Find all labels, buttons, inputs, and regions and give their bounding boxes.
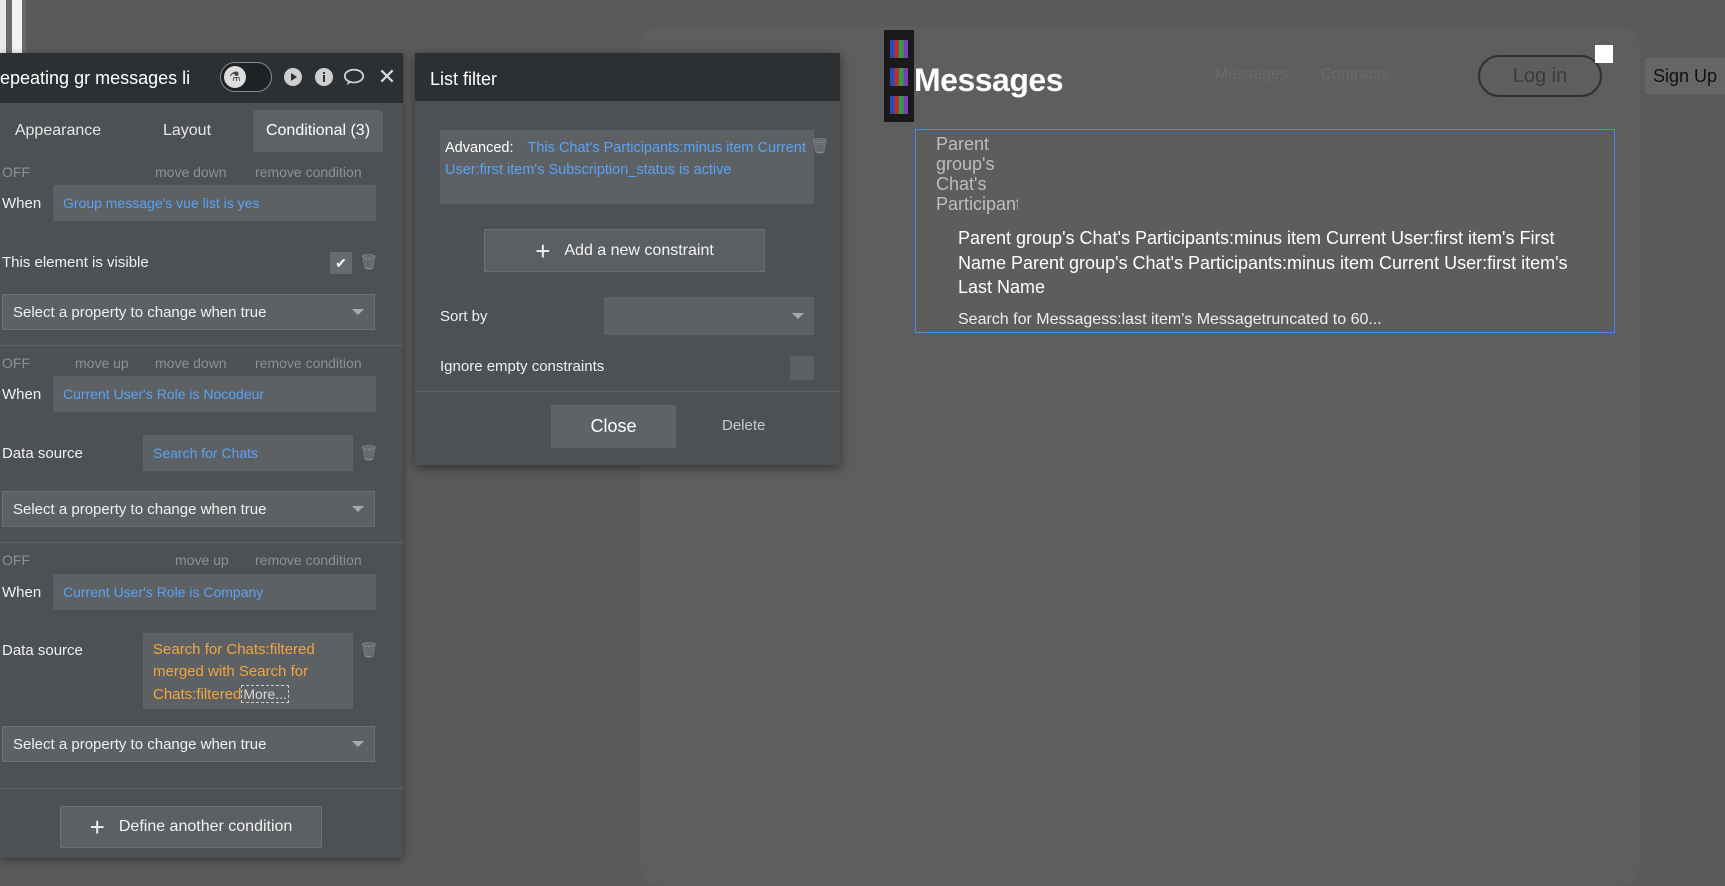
trash-icon[interactable]: 🗑	[359, 641, 378, 659]
message-preview[interactable]: Search for Messagess:last item's Message…	[958, 311, 1382, 329]
trash-icon[interactable]: 🗑	[810, 137, 829, 155]
divider	[0, 788, 403, 789]
select-placeholder: Select a property to change when true	[13, 500, 267, 518]
trash-icon[interactable]: 🗑	[359, 253, 378, 271]
tab-bar: Appearance Layout Conditional (3)	[0, 110, 403, 152]
add-constraint-button[interactable]: + Add a new constraint	[484, 229, 765, 272]
delete-button[interactable]: Delete	[722, 417, 765, 434]
property-label: This element is visible	[2, 254, 149, 271]
more-link[interactable]: More...	[241, 685, 289, 703]
login-button[interactable]: Log in	[1478, 55, 1602, 97]
divider	[0, 345, 403, 346]
image-placeholder-icon[interactable]	[884, 30, 914, 122]
remove-condition-link[interactable]: remove condition	[255, 164, 362, 180]
data-source-field[interactable]: Search for Chats	[143, 435, 353, 471]
tab-appearance[interactable]: Appearance	[0, 110, 116, 152]
debug-toggle[interactable]: ⚗	[220, 62, 272, 92]
sort-by-label: Sort by	[440, 308, 488, 325]
define-condition-button[interactable]: + Define another condition	[60, 806, 322, 848]
move-up-link[interactable]: move up	[75, 355, 129, 371]
condition-status[interactable]: OFF	[2, 355, 30, 371]
property-select[interactable]: Select a property to change when true	[2, 491, 375, 527]
flask-icon: ⚗	[224, 66, 246, 88]
property-label: Data source	[2, 445, 83, 462]
condition-expression[interactable]: Group message's vue list is yes	[53, 185, 376, 221]
data-source-expression: Search for Chats:filtered merged with Se…	[153, 641, 315, 703]
trash-icon[interactable]: 🗑	[359, 444, 378, 462]
remove-condition-link[interactable]: remove condition	[255, 355, 362, 371]
condition-status[interactable]: OFF	[2, 552, 30, 568]
avatar: Parent group's Chat's Participants	[936, 134, 1018, 214]
visible-checkbox[interactable]: ✔	[330, 252, 352, 274]
divider	[0, 542, 403, 543]
signup-button[interactable]: Sign Up	[1645, 58, 1725, 94]
play-icon[interactable]	[282, 66, 304, 88]
close-button[interactable]: Close	[551, 405, 676, 448]
define-condition-label: Define another condition	[118, 818, 293, 835]
ghost-nav-item[interactable]: Messages	[1215, 66, 1288, 83]
move-down-link[interactable]: move down	[155, 355, 227, 371]
advanced-label: Advanced:	[445, 140, 514, 156]
advanced-constraint[interactable]: Advanced: This Chat's Participants:minus …	[440, 130, 814, 204]
ignore-empty-checkbox[interactable]	[790, 356, 814, 380]
property-select[interactable]: Select a property to change when true	[2, 294, 375, 330]
element-name[interactable]: epeating gr messages li	[0, 68, 190, 89]
condition-expression[interactable]: Current User's Role is Nocodeur	[53, 376, 376, 412]
remove-condition-link[interactable]: remove condition	[255, 552, 362, 568]
editor-edge-strip	[0, 0, 26, 60]
tab-layout[interactable]: Layout	[130, 110, 244, 152]
when-label: When	[2, 195, 42, 212]
divider	[415, 391, 840, 392]
chevron-down-icon	[352, 741, 364, 747]
ignore-empty-label: Ignore empty constraints	[440, 358, 605, 375]
condition-expression[interactable]: Current User's Role is Company	[53, 574, 376, 610]
move-up-link[interactable]: move up	[175, 552, 229, 568]
tab-conditional[interactable]: Conditional (3)	[253, 110, 383, 152]
chevron-down-icon	[352, 506, 364, 512]
close-icon[interactable]: ✕	[376, 64, 398, 89]
when-label: When	[2, 584, 42, 601]
list-filter-title: List filter	[430, 69, 498, 89]
resize-handle[interactable]	[1595, 45, 1613, 63]
chevron-down-icon	[352, 309, 364, 315]
ghost-nav: Messages Contracts	[1215, 66, 1417, 84]
data-source-field[interactable]: Search for Chats:filtered merged with Se…	[143, 633, 353, 709]
plus-icon: +	[89, 812, 105, 842]
select-placeholder: Select a property to change when true	[13, 303, 267, 321]
select-placeholder: Select a property to change when true	[13, 735, 267, 753]
info-icon[interactable]	[313, 66, 335, 88]
ghost-nav-item[interactable]: Contracts	[1320, 66, 1388, 83]
move-down-link[interactable]: move down	[155, 164, 227, 180]
edge-bar	[12, 0, 22, 55]
comment-icon[interactable]	[343, 66, 365, 88]
when-label: When	[2, 386, 42, 403]
property-select[interactable]: Select a property to change when true	[2, 726, 375, 762]
message-participant-name[interactable]: Parent group's Chat's Participants:minus…	[958, 226, 1568, 300]
property-label: Data source	[2, 642, 83, 659]
add-constraint-label: Add a new constraint	[564, 241, 714, 259]
chevron-down-icon	[792, 313, 804, 319]
sort-by-select[interactable]	[604, 297, 814, 335]
plus-icon: +	[535, 235, 551, 266]
edge-bar	[0, 0, 6, 55]
condition-status[interactable]: OFF	[2, 164, 30, 180]
page-title[interactable]: Messages	[914, 62, 1063, 99]
